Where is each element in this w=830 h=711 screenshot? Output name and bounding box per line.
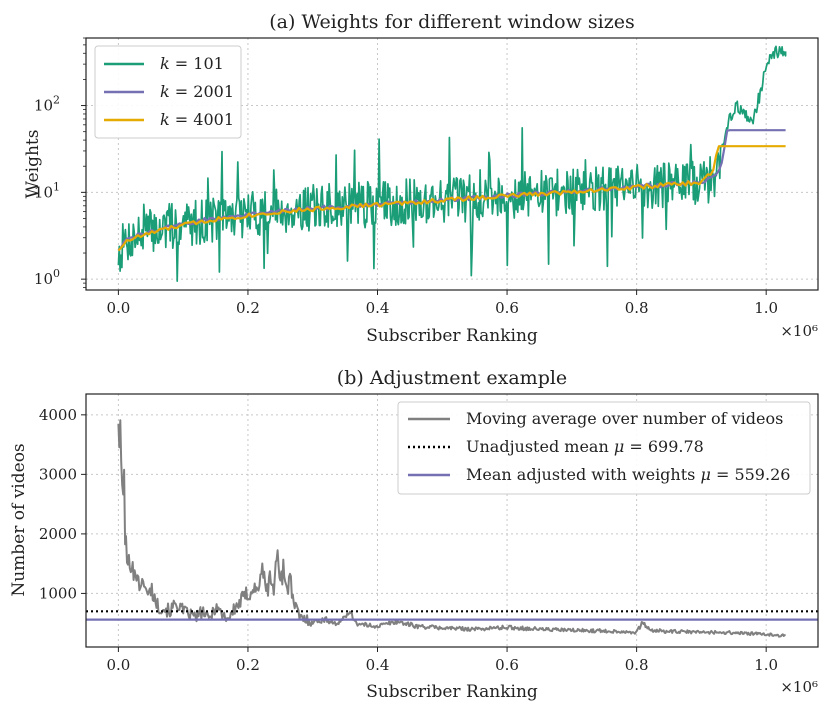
chart-a-x-ticks: 0.0 0.2 0.4 0.6 0.8 1.0: [106, 290, 778, 317]
chart-a-title: (a) Weights for different window sizes: [269, 11, 634, 33]
chart-b-x-axis-label: Subscriber Ranking: [366, 682, 538, 702]
legend-label-moving-average: Moving average over number of videos: [466, 409, 783, 428]
legend-label-unadjusted-mean: Unadjusted mean μ = 699.78: [466, 437, 704, 456]
chart-b-adjustment: (b) Adjustment example 0.0 0.2 0.4 0.6 0.8 1.…: [9, 367, 819, 702]
figure: (a) Weights for different window sizes 0…: [9, 11, 819, 702]
chart-b-y-ticks: 1000 2000 3000 4000: [39, 406, 86, 602]
chart-a-weights: (a) Weights for different window sizes 0…: [23, 11, 819, 346]
chart-a-x-multiplier: ×10⁶: [780, 322, 818, 340]
chart-b-x-tick-label: 0.0: [106, 656, 130, 674]
chart-b-x-tick-label: 0.6: [495, 656, 519, 674]
chart-a-y-tick-label: 100: [34, 267, 60, 288]
chart-a-x-tick-label: 0.2: [236, 299, 260, 317]
chart-b-y-tick-label: 1000: [39, 584, 77, 602]
legend-label-adjusted-mean: Mean adjusted with weights μ = 559.26: [466, 465, 790, 484]
chart-b-x-tick-label: 1.0: [754, 656, 778, 674]
chart-b-y-tick-label: 3000: [39, 465, 77, 483]
chart-a-y-tick-label: 102: [34, 94, 60, 115]
legend-label-k-2001: k = 2001: [160, 82, 234, 101]
legend-label-k-101: k = 101: [160, 54, 224, 73]
chart-a-y-axis-label: Weights: [23, 130, 43, 199]
chart-a-x-axis-label: Subscriber Ranking: [366, 326, 538, 346]
chart-a-x-tick-label: 0.8: [625, 299, 649, 317]
legend-label-k-4001: k = 4001: [160, 110, 234, 129]
chart-a-legend: k = 101 k = 2001 k = 4001: [94, 45, 242, 139]
chart-b-y-tick-label: 2000: [39, 525, 77, 543]
chart-a-x-tick-label: 0.6: [495, 299, 519, 317]
chart-b-y-axis-label: Number of videos: [9, 443, 29, 596]
chart-b-x-tick-label: 0.4: [366, 656, 390, 674]
chart-a-x-tick-label: 1.0: [754, 299, 778, 317]
chart-b-legend: Moving average over number of videos Una…: [397, 401, 811, 495]
chart-a-x-tick-label: 0.4: [366, 299, 390, 317]
chart-b-y-tick-label: 4000: [39, 406, 77, 424]
chart-a-x-tick-label: 0.0: [106, 299, 130, 317]
chart-b-x-ticks: 0.0 0.2 0.4 0.6 0.8 1.0: [106, 647, 778, 674]
chart-b-x-tick-label: 0.8: [625, 656, 649, 674]
chart-b-x-tick-label: 0.2: [236, 656, 260, 674]
chart-b-title: (b) Adjustment example: [337, 367, 567, 389]
chart-b-x-multiplier: ×10⁶: [780, 678, 818, 696]
